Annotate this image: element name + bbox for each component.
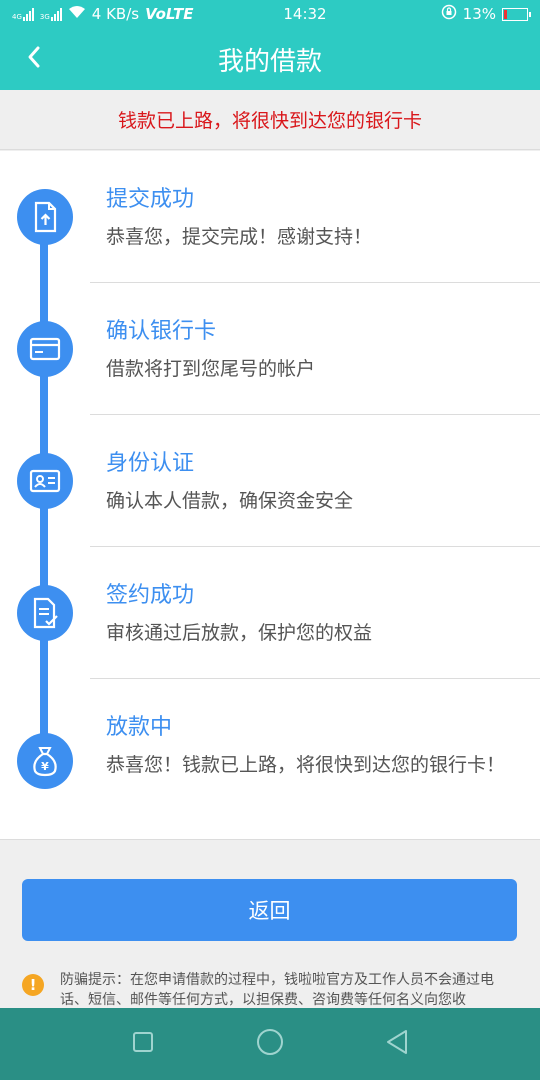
square-icon (132, 1031, 154, 1057)
step-title: 签约成功 (106, 583, 195, 608)
divider (90, 546, 540, 547)
return-button[interactable]: 返回 (22, 879, 517, 941)
wifi-icon (68, 5, 86, 23)
rotation-lock-icon (441, 4, 457, 24)
battery-percent: 13% (462, 5, 496, 23)
progress-steps: 提交成功 恭喜您，提交完成！感谢支持！ 确认银行卡 借款将打到您尾号的帐户 身份… (0, 151, 540, 840)
document-upload-icon (17, 189, 73, 245)
step-desc: 借款将打到您尾号的帐户 (106, 358, 316, 380)
status-banner: 钱款已上路，将很快到达您的银行卡 (0, 90, 540, 150)
nav-bar: 我的借款 (0, 28, 540, 90)
step-desc: 恭喜您！钱款已上路，将很快到达您的银行卡！ (106, 754, 506, 776)
signal-3g-icon: 3G (40, 7, 62, 21)
step-title: 提交成功 (106, 187, 195, 212)
step-title: 身份认证 (106, 451, 195, 476)
step-title: 确认银行卡 (106, 319, 217, 344)
volte-label: VoLTE (145, 5, 194, 23)
id-card-icon (17, 453, 73, 509)
home-button[interactable] (252, 1026, 288, 1062)
recent-apps-button[interactable] (125, 1026, 161, 1062)
signal-4g-icon: 4G (12, 7, 34, 21)
bank-card-icon (17, 321, 73, 377)
contract-signed-icon (17, 585, 73, 641)
notice-text: 防骗提示：在您申请借款的过程中，钱啦啦官方及工作人员不会通过电话、短信、邮件等任… (60, 972, 494, 1008)
divider (90, 678, 540, 679)
battery-icon (502, 7, 531, 21)
triangle-back-icon (385, 1029, 409, 1059)
warning-icon: ! (22, 974, 44, 996)
status-time: 14:32 (283, 5, 327, 23)
step-desc: 恭喜您，提交完成！感谢支持！ (106, 226, 373, 248)
divider (90, 414, 540, 415)
status-bar-right: 13% (418, 4, 531, 24)
step-desc: 审核通过后放款，保护您的权益 (106, 622, 373, 644)
network-speed: 4 KB/s (91, 5, 140, 23)
step-title: 放款中 (106, 715, 173, 740)
system-back-button[interactable] (379, 1026, 415, 1062)
anti-fraud-notice: ! 防骗提示：在您申请借款的过程中，钱啦啦官方及工作人员不会通过电话、短信、邮件… (22, 970, 522, 1008)
money-bag-icon: ¥ (17, 733, 73, 789)
svg-text:¥: ¥ (41, 760, 49, 773)
step-desc: 确认本人借款，确保资金安全 (106, 490, 354, 512)
divider (90, 282, 540, 283)
page-title: 我的借款 (217, 46, 322, 77)
back-button[interactable] (14, 39, 54, 79)
circle-icon (256, 1028, 284, 1060)
system-nav-bar (0, 1008, 540, 1080)
status-bar: 4G 3G 4 KB/s VoLTE 14:32 13% (0, 0, 540, 28)
chevron-left-icon (26, 45, 42, 73)
